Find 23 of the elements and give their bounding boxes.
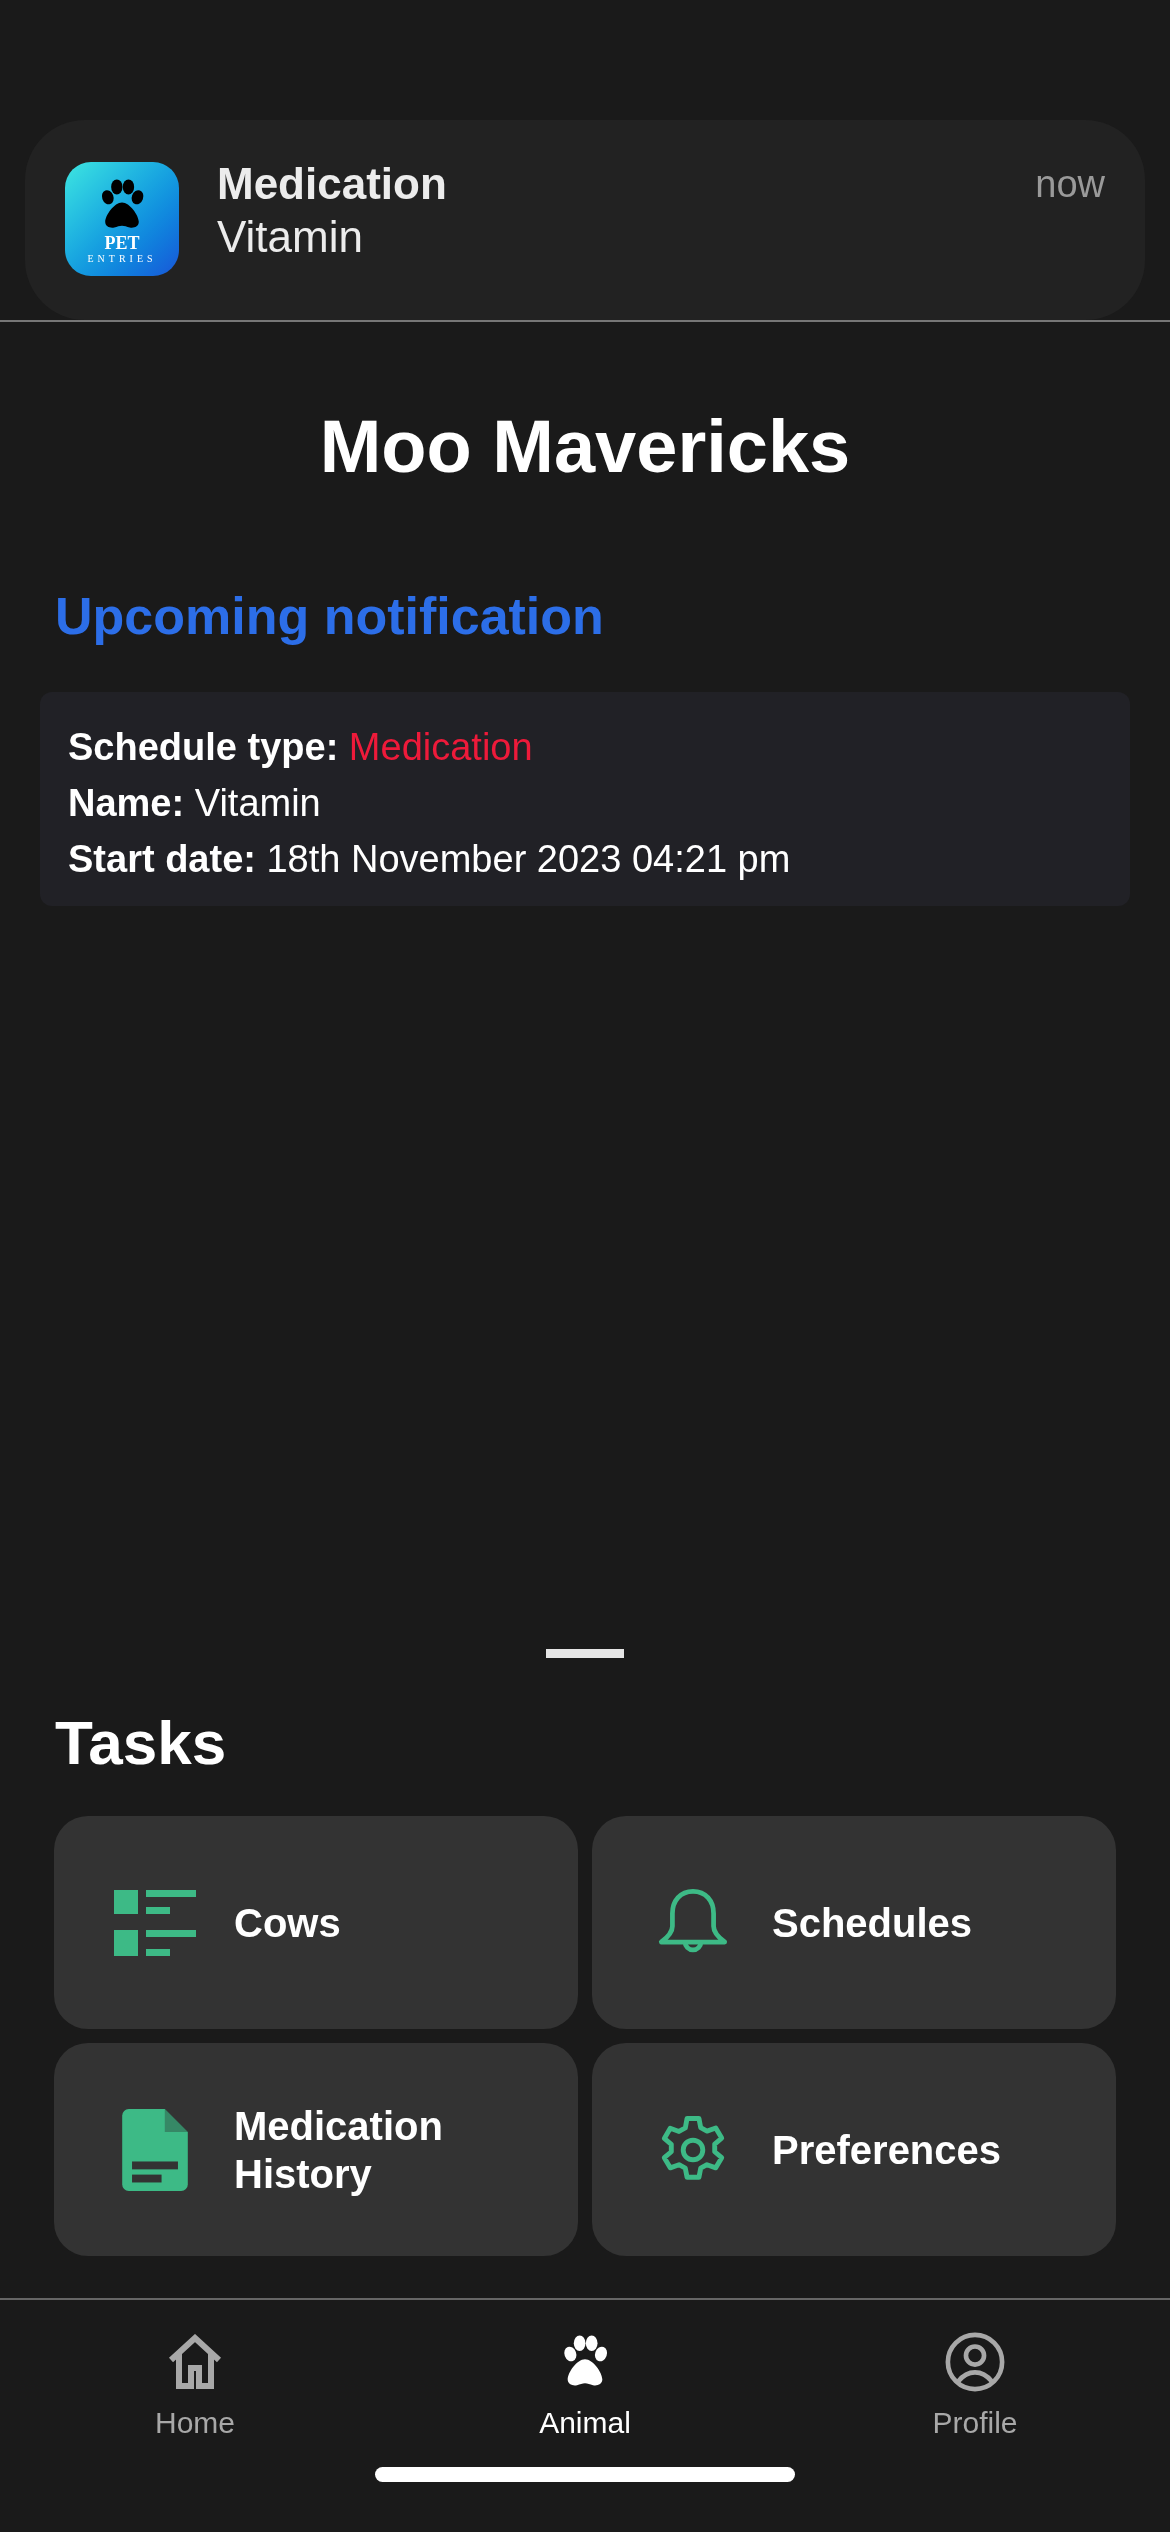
logo-text: ENTRIES bbox=[87, 254, 157, 264]
task-button[interactable]: Schedules bbox=[592, 1816, 1116, 2029]
notification-body: Vitamin bbox=[217, 211, 364, 263]
task-button[interactable]: Cows bbox=[54, 1816, 578, 2029]
task-button[interactable]: Medication History bbox=[54, 2043, 578, 2256]
notification-time: now bbox=[1035, 162, 1105, 207]
detail-line: Start date: 18th November 2023 04:21 pm bbox=[68, 837, 792, 882]
section-heading: Tasks bbox=[55, 1708, 228, 1778]
notification-banner[interactable]: PET ENTRIES Medication Vitamin now bbox=[25, 120, 1145, 320]
page-title: Moo Mavericks bbox=[318, 404, 852, 490]
drag-handle[interactable] bbox=[546, 1649, 624, 1658]
detail-line: Schedule type: Medication bbox=[68, 725, 534, 770]
logo-text: PET bbox=[104, 234, 140, 252]
tab-item[interactable]: Profile bbox=[780, 2300, 1170, 2455]
document-icon bbox=[122, 2108, 188, 2191]
profile-icon bbox=[944, 2331, 1006, 2393]
task-button[interactable]: Preferences bbox=[592, 2043, 1116, 2256]
list-icon bbox=[114, 1889, 196, 1956]
tab-item[interactable]: Animal bbox=[390, 2300, 780, 2455]
tab-item[interactable]: Home bbox=[0, 2300, 390, 2455]
notification-title: Medication bbox=[217, 158, 448, 210]
detail-line: Name: Vitamin bbox=[68, 781, 322, 826]
section-heading: Upcoming notification bbox=[55, 586, 605, 647]
